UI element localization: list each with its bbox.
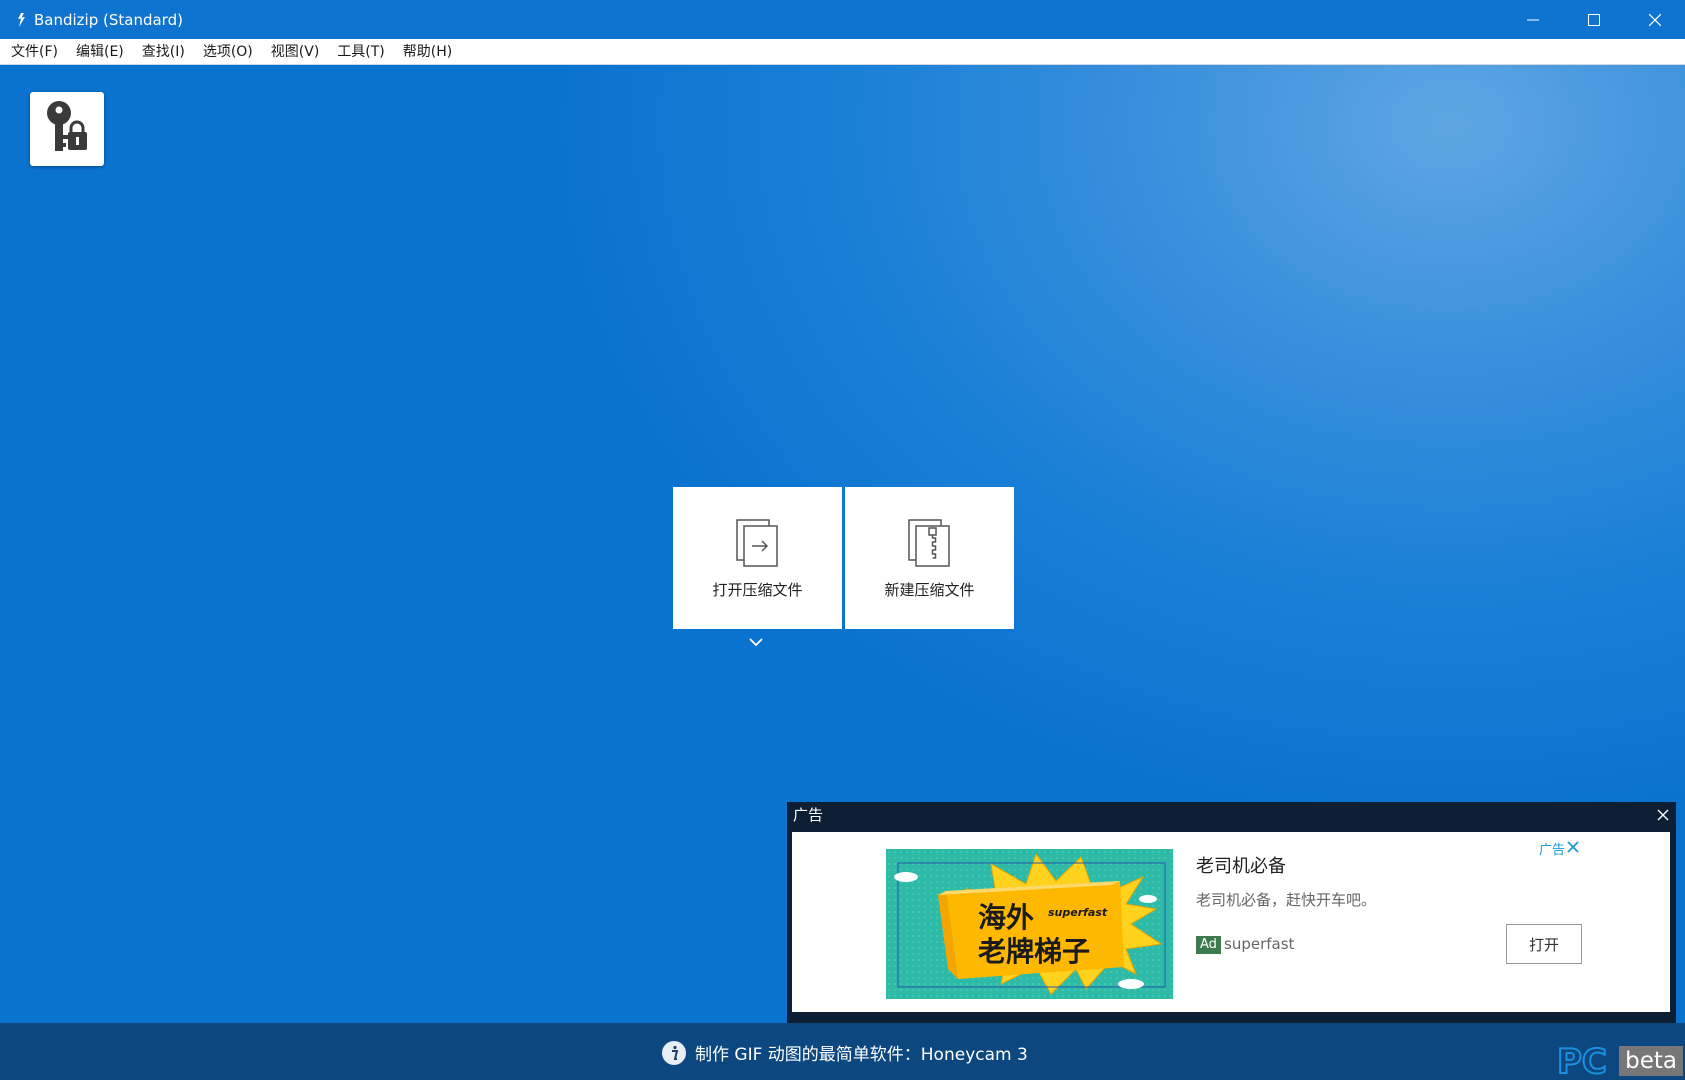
bandizip-app-icon[interactable] [14, 12, 28, 27]
password-manager-button[interactable] [30, 92, 104, 166]
menu-options[interactable]: 选项(O) [194, 39, 262, 65]
minimize-button[interactable] [1502, 0, 1563, 39]
main-content: 打开压缩文件 新建压缩文件 广告 海外 superfast 老牌梯子 老司机必备… [0, 65, 1685, 1080]
title-bar: Bandizip (Standard) [0, 0, 1685, 39]
ad-header: 广告 [787, 802, 1676, 828]
window-controls [1502, 0, 1685, 39]
ad-image[interactable]: 海外 superfast 老牌梯子 [886, 849, 1173, 999]
pc-beta-watermark: PC beta [1557, 1044, 1683, 1078]
ad-image-text-line2: 老牌梯子 [978, 935, 1090, 968]
menu-tools[interactable]: 工具(T) [328, 39, 393, 65]
menu-view[interactable]: 视图(V) [262, 39, 329, 65]
ad-image-text-brand: superfast [1048, 906, 1108, 919]
menu-edit[interactable]: 编辑(E) [67, 39, 133, 65]
open-archive-icon [735, 519, 780, 567]
close-button[interactable] [1624, 0, 1685, 39]
watermark-logo: PC [1557, 1044, 1607, 1078]
ad-description: 老司机必备，赶快开车吧。 [1196, 891, 1377, 909]
ad-image-text-line1: 海外 [978, 901, 1034, 934]
chevron-down-icon[interactable] [748, 636, 764, 648]
maximize-button[interactable] [1563, 0, 1624, 39]
ad-open-button[interactable]: 打开 [1506, 924, 1582, 964]
open-archive-button[interactable]: 打开压缩文件 [673, 487, 842, 629]
pc-logo-icon: PC [1557, 1044, 1608, 1078]
ad-header-label: 广告 [793, 806, 824, 824]
status-message: 制作 GIF 动图的最简单软件：Honeycam 3 [695, 1045, 1028, 1065]
ad-choice[interactable]: 广告 [1539, 839, 1579, 858]
ad-badge: Ad [1196, 936, 1221, 954]
new-archive-label: 新建压缩文件 [884, 581, 975, 599]
open-archive-label: 打开压缩文件 [712, 581, 803, 599]
new-archive-icon [907, 519, 952, 567]
status-tip[interactable]: 制作 GIF 动图的最简单软件：Honeycam 3 [662, 1040, 1028, 1065]
menu-bar: 文件(F) 编辑(E) 查找(I) 选项(O) 视图(V) 工具(T) 帮助(H… [0, 39, 1685, 65]
menu-file[interactable]: 文件(F) [2, 39, 67, 65]
ad-brand: superfast [1224, 935, 1295, 953]
watermark-beta-label: beta [1619, 1046, 1683, 1076]
ad-close-icon[interactable] [1654, 806, 1672, 824]
menu-help[interactable]: 帮助(H) [394, 39, 461, 65]
window-title: Bandizip (Standard) [34, 10, 183, 29]
ad-body[interactable]: 海外 superfast 老牌梯子 老司机必备 老司机必备，赶快开车吧。 Ad … [792, 832, 1670, 1012]
new-archive-button[interactable]: 新建压缩文件 [845, 487, 1014, 629]
ad-headline[interactable]: 老司机必备 [1196, 852, 1286, 878]
status-bar: 制作 GIF 动图的最简单软件：Honeycam 3 PC beta [0, 1023, 1685, 1080]
menu-find[interactable]: 查找(I) [133, 39, 194, 65]
ad-choice-close-icon[interactable] [1567, 840, 1579, 857]
ad-choice-label: 广告 [1539, 843, 1566, 858]
key-lock-icon [42, 99, 92, 159]
info-icon [662, 1040, 686, 1065]
